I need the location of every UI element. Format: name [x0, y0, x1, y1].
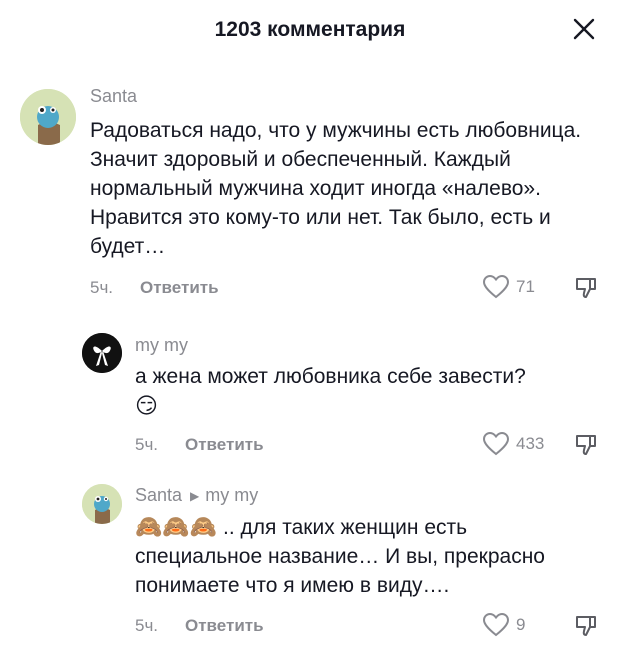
avatar[interactable]	[82, 484, 122, 524]
comment-emoji: 🙈🙈🙈	[135, 514, 218, 539]
dislike-button[interactable]	[574, 613, 600, 644]
comment-time: 5ч.	[135, 616, 159, 635]
reply-arrow-icon: ▶	[190, 489, 200, 503]
comment-item: Santa ▶ my my 🙈🙈🙈 .. для таких женщин есть…	[0, 0, 620, 655]
like-count: 9	[516, 615, 526, 634]
like-button[interactable]: 9	[482, 612, 525, 638]
avatar-image	[82, 484, 122, 524]
reply-button[interactable]: Ответить	[185, 616, 264, 636]
thumbs-down-icon	[576, 616, 596, 636]
heart-icon	[482, 612, 510, 637]
comment-username[interactable]: Santa	[135, 485, 182, 505]
comment-username-line: Santa ▶ my my	[135, 485, 258, 506]
reply-to-username[interactable]: my my	[205, 485, 258, 505]
comment-text-block: 🙈🙈🙈 .. для таких женщин есть специальное…	[135, 512, 595, 600]
